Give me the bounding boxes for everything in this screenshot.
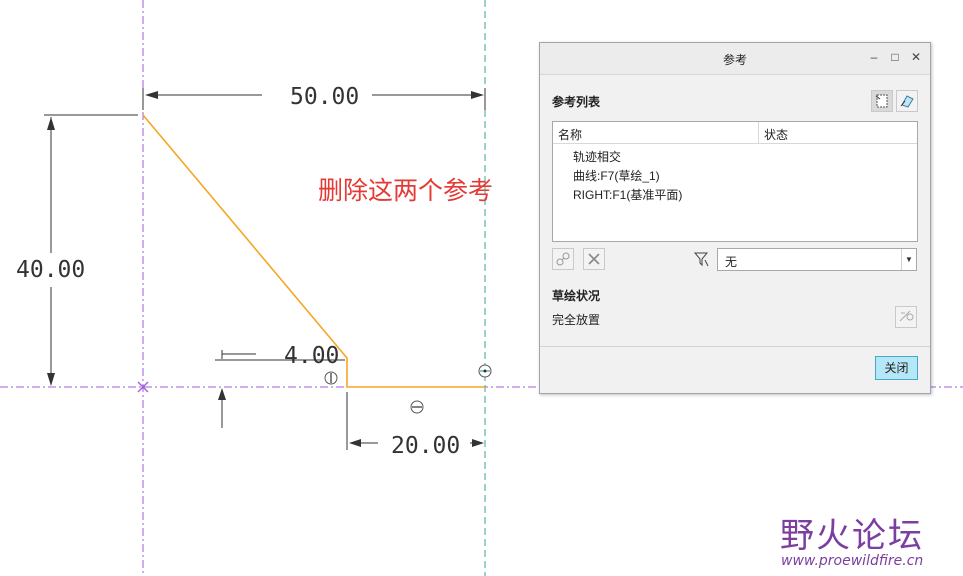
references-dialog: 参考 – □ ✕ 参考列表 名称 状态 轨迹相交 曲线:F7(草绘_1) RIG…	[539, 42, 931, 394]
reference-list-label: 参考列表	[552, 95, 601, 109]
dimension-arrow	[349, 439, 361, 447]
dialog-titlebar[interactable]: 参考 – □ ✕	[540, 43, 930, 75]
restore-icon[interactable]: □	[888, 50, 902, 64]
column-separator[interactable]	[758, 122, 759, 143]
dimension-value-top[interactable]: 50.00	[290, 84, 359, 110]
annotation-text: 删除这两个参考	[318, 176, 494, 205]
reference-list-header: 名称 状态	[553, 122, 917, 144]
cross-section-reference-icon[interactable]	[896, 90, 918, 112]
close-button[interactable]: 关闭	[875, 356, 918, 380]
watermark-logo: 野火论坛	[780, 516, 924, 556]
list-item[interactable]: 曲线:F7(草绘_1)	[573, 167, 660, 184]
column-status[interactable]: 状态	[764, 126, 788, 143]
dimension-left[interactable]	[44, 114, 138, 385]
dimension-arrow	[47, 373, 55, 386]
select-reference-icon[interactable]	[871, 90, 893, 112]
point-on-entity-icon[interactable]	[478, 364, 492, 378]
dimension-arrow	[145, 91, 158, 99]
replace-reference-icon[interactable]	[552, 248, 574, 270]
sketch-status-value: 完全放置	[552, 313, 601, 327]
dimension-arrow	[471, 91, 484, 99]
dialog-footer-separator	[540, 346, 930, 347]
dimension-arrow	[218, 388, 226, 400]
dimension-value-bottom[interactable]: 20.00	[391, 433, 460, 459]
vertical-constraint-icon[interactable]	[324, 371, 338, 385]
delete-reference-icon[interactable]	[583, 248, 605, 270]
list-item[interactable]: 轨迹相交	[573, 148, 621, 165]
filter-icon	[693, 250, 711, 268]
chevron-down-icon[interactable]: ▼	[901, 249, 916, 270]
close-icon[interactable]: ✕	[909, 50, 923, 64]
filter-select[interactable]: 无 ▼	[717, 248, 917, 271]
dimension-value-chamfer[interactable]: 4.00	[284, 343, 339, 369]
column-name[interactable]: 名称	[558, 126, 582, 143]
solve-sketch-icon[interactable]	[895, 306, 917, 328]
horizontal-constraint-icon[interactable]	[410, 400, 424, 414]
watermark-url: www.proewildfire.cn	[781, 553, 924, 569]
filter-select-value: 无	[725, 255, 738, 269]
minimize-icon[interactable]: –	[867, 50, 881, 64]
dimension-arrow	[472, 439, 484, 447]
sketch-status-label: 草绘状况	[552, 289, 601, 303]
reference-list[interactable]: 名称 状态 轨迹相交 曲线:F7(草绘_1) RIGHT:F1(基准平面)	[552, 121, 918, 242]
dimension-arrow	[47, 117, 55, 130]
list-item[interactable]: RIGHT:F1(基准平面)	[573, 186, 682, 203]
dimension-value-left[interactable]: 40.00	[16, 257, 85, 283]
